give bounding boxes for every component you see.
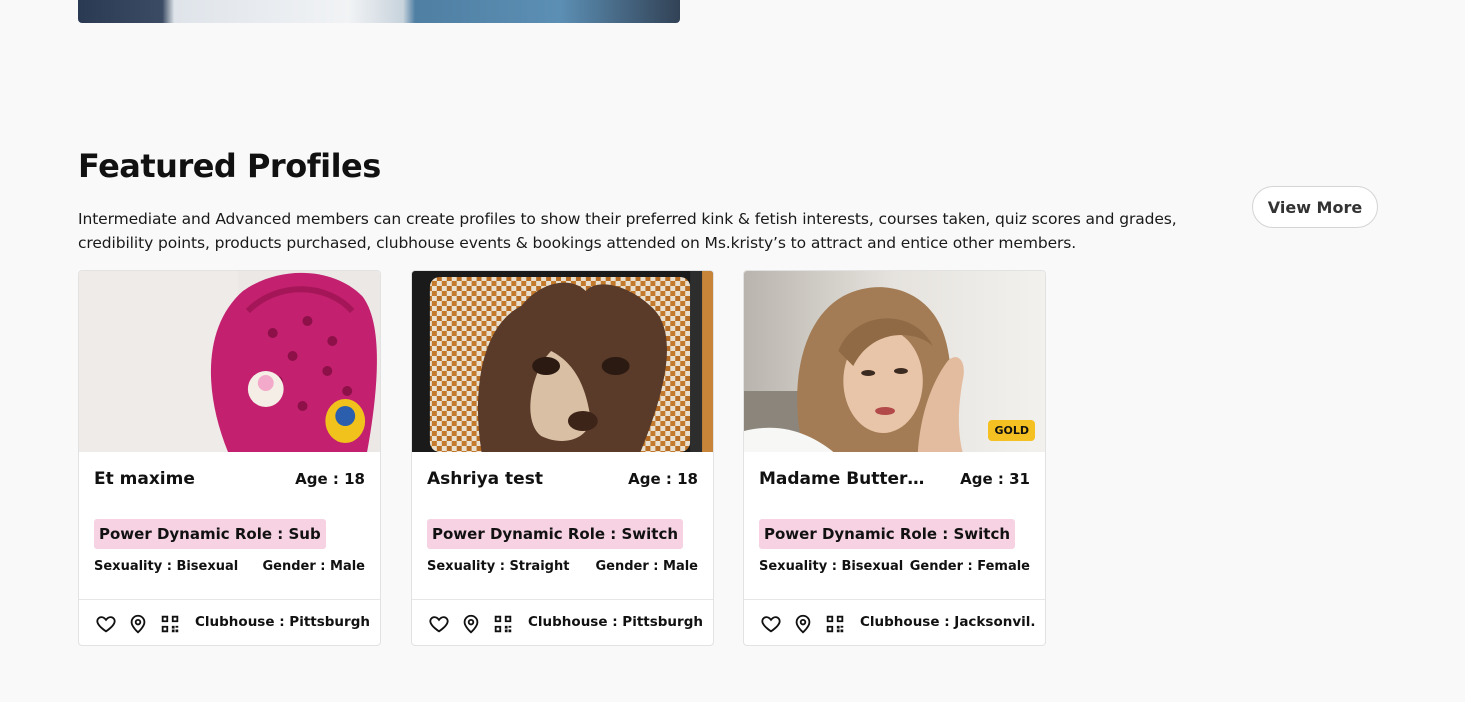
- clubhouse-label: Clubhouse : Pittsburgh..: [528, 614, 704, 630]
- profile-name[interactable]: Et maxime: [94, 469, 264, 489]
- profile-age: Age : 18: [295, 470, 365, 488]
- clubhouse-label: Clubhouse : Jacksonvil..: [860, 614, 1036, 630]
- sexuality-label: Sexuality : Bisexual: [759, 559, 904, 574]
- role-tag: Power Dynamic Role : Sub: [94, 519, 326, 549]
- location-pin-icon[interactable]: [460, 613, 482, 635]
- profile-card[interactable]: GOLD Madame Butterfl... Age : 31 Power D…: [743, 270, 1046, 646]
- gender-label: Gender : Male: [595, 559, 698, 574]
- qr-code-icon[interactable]: [492, 613, 514, 635]
- top-banner-image: [78, 0, 680, 23]
- profile-name[interactable]: Madame Butterfl...: [759, 469, 929, 489]
- card-footer: Clubhouse : Pittsburgh..: [412, 599, 713, 645]
- gender-label: Gender : Male: [262, 559, 365, 574]
- clubhouse-label: Clubhouse : Pittsburgh..: [195, 614, 371, 630]
- profile-name[interactable]: Ashriya test: [427, 469, 597, 489]
- gender-label: Gender : Female: [909, 559, 1030, 574]
- role-tag: Power Dynamic Role : Switch: [427, 519, 684, 549]
- profile-card[interactable]: Et maxime Age : 18 Power Dynamic Role : …: [78, 270, 381, 646]
- sexuality-label: Sexuality : Straight: [427, 559, 570, 574]
- profile-card[interactable]: Ashriya test Age : 18 Power Dynamic Role…: [411, 270, 714, 646]
- card-footer: Clubhouse : Jacksonvil..: [744, 599, 1045, 645]
- location-pin-icon[interactable]: [127, 613, 149, 635]
- section-description: Intermediate and Advanced members can cr…: [78, 210, 1177, 252]
- profile-image: [412, 271, 713, 452]
- profile-age: Age : 18: [628, 470, 698, 488]
- view-more-button[interactable]: View More: [1252, 186, 1378, 228]
- qr-code-icon[interactable]: [824, 613, 846, 635]
- heart-icon[interactable]: [428, 613, 450, 635]
- profile-age: Age : 31: [960, 470, 1030, 488]
- section-title: Featured Profiles: [78, 147, 381, 185]
- gold-badge: GOLD: [988, 420, 1035, 441]
- heart-icon[interactable]: [760, 613, 782, 635]
- card-footer: Clubhouse : Pittsburgh..: [79, 599, 380, 645]
- profile-image: [79, 271, 380, 452]
- heart-icon[interactable]: [95, 613, 117, 635]
- role-tag: Power Dynamic Role : Switch: [759, 519, 1016, 549]
- sexuality-label: Sexuality : Bisexual: [94, 559, 239, 574]
- location-pin-icon[interactable]: [792, 613, 814, 635]
- profile-image: GOLD: [744, 271, 1045, 452]
- qr-code-icon[interactable]: [159, 613, 181, 635]
